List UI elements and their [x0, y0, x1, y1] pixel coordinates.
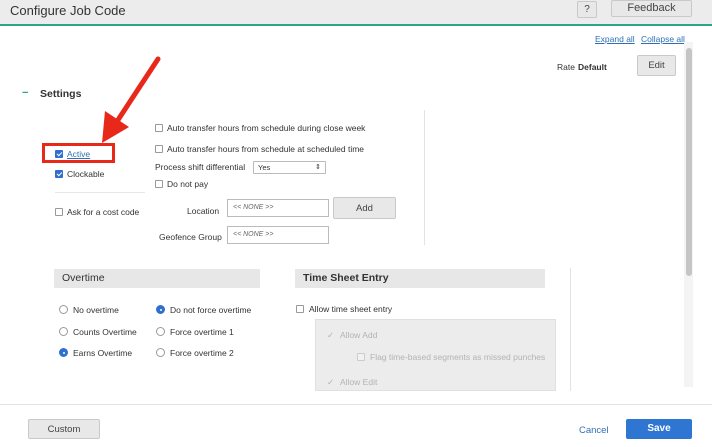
scrollbar-thumb[interactable]	[686, 48, 692, 276]
location-label: Location	[187, 206, 220, 216]
geofence-label: Geofence Group	[159, 232, 222, 242]
column-divider-right	[570, 268, 571, 391]
feedback-button[interactable]: Feedback	[611, 0, 692, 17]
process-shift-label: Process shift differential	[155, 162, 246, 172]
allow-edit-label: Allow Edit	[340, 377, 378, 387]
process-shift-select[interactable]: Yes ⇕	[253, 161, 326, 174]
do-not-force-overtime-radio[interactable]	[156, 305, 165, 314]
settings-collapse-icon[interactable]: −	[22, 87, 28, 99]
force-overtime-2-radio[interactable]	[156, 348, 165, 357]
overtime-section-header: Overtime	[54, 269, 260, 288]
expand-all-link[interactable]: Expand all	[595, 34, 635, 44]
rate-value: Default	[578, 62, 607, 72]
clockable-checkbox[interactable]	[55, 170, 63, 178]
ask-cost-code-label: Ask for a cost code	[67, 207, 140, 217]
location-input[interactable]: << NONE >>	[227, 199, 329, 217]
select-arrows-icon: ⇕	[315, 164, 321, 171]
earns-overtime-radio[interactable]	[59, 348, 68, 357]
allow-add-label: Allow Add	[340, 330, 378, 340]
rate-label: Rate	[557, 62, 575, 72]
save-button[interactable]: Save	[626, 419, 692, 439]
do-not-pay-label: Do not pay	[167, 179, 209, 189]
help-button[interactable]: ?	[577, 1, 597, 18]
custom-button[interactable]: Custom	[28, 419, 100, 439]
force-overtime-1-radio[interactable]	[156, 327, 165, 336]
earns-overtime-label: Earns Overtime	[73, 348, 133, 358]
cancel-link[interactable]: Cancel	[579, 425, 609, 436]
collapse-all-link[interactable]: Collapse all	[641, 34, 685, 44]
annotation-arrow-icon	[102, 56, 161, 143]
timesheet-section-header: Time Sheet Entry	[295, 269, 545, 288]
add-location-button[interactable]: Add	[333, 197, 396, 219]
clockable-label: Clockable	[67, 169, 105, 179]
settings-section-title: Settings	[40, 88, 82, 100]
allow-timesheet-entry-label: Allow time sheet entry	[309, 304, 393, 314]
title-bar: Configure Job Code ? Feedback	[0, 0, 712, 26]
process-shift-value: Yes	[258, 163, 271, 172]
footer-divider	[0, 404, 712, 405]
flag-missed-punches-checkbox[interactable]	[357, 353, 365, 361]
force-overtime-2-label: Force overtime 2	[170, 348, 234, 358]
no-overtime-radio[interactable]	[59, 305, 68, 314]
dialog-title: Configure Job Code	[10, 3, 126, 18]
auto-transfer-close-week-label: Auto transfer hours from schedule during…	[167, 123, 366, 133]
ask-cost-code-checkbox[interactable]	[55, 208, 63, 216]
allow-add-check-icon: ✓	[327, 330, 335, 340]
auto-transfer-scheduled-label: Auto transfer hours from schedule at sch…	[167, 144, 365, 154]
allow-edit-check-icon: ✓	[327, 377, 335, 387]
counts-overtime-label: Counts Overtime	[73, 327, 137, 337]
allow-timesheet-entry-checkbox[interactable]	[296, 305, 304, 313]
flag-missed-punches-label: Flag time-based segments as missed punch…	[370, 352, 546, 362]
column-divider	[424, 110, 425, 245]
divider	[55, 192, 145, 193]
force-overtime-1-label: Force overtime 1	[170, 327, 234, 337]
do-not-pay-checkbox[interactable]	[155, 180, 163, 188]
do-not-force-overtime-label: Do not force overtime	[170, 305, 252, 315]
counts-overtime-radio[interactable]	[59, 327, 68, 336]
geofence-input[interactable]: << NONE >>	[227, 226, 329, 244]
no-overtime-label: No overtime	[73, 305, 119, 315]
rate-edit-button[interactable]: Edit	[637, 55, 676, 76]
